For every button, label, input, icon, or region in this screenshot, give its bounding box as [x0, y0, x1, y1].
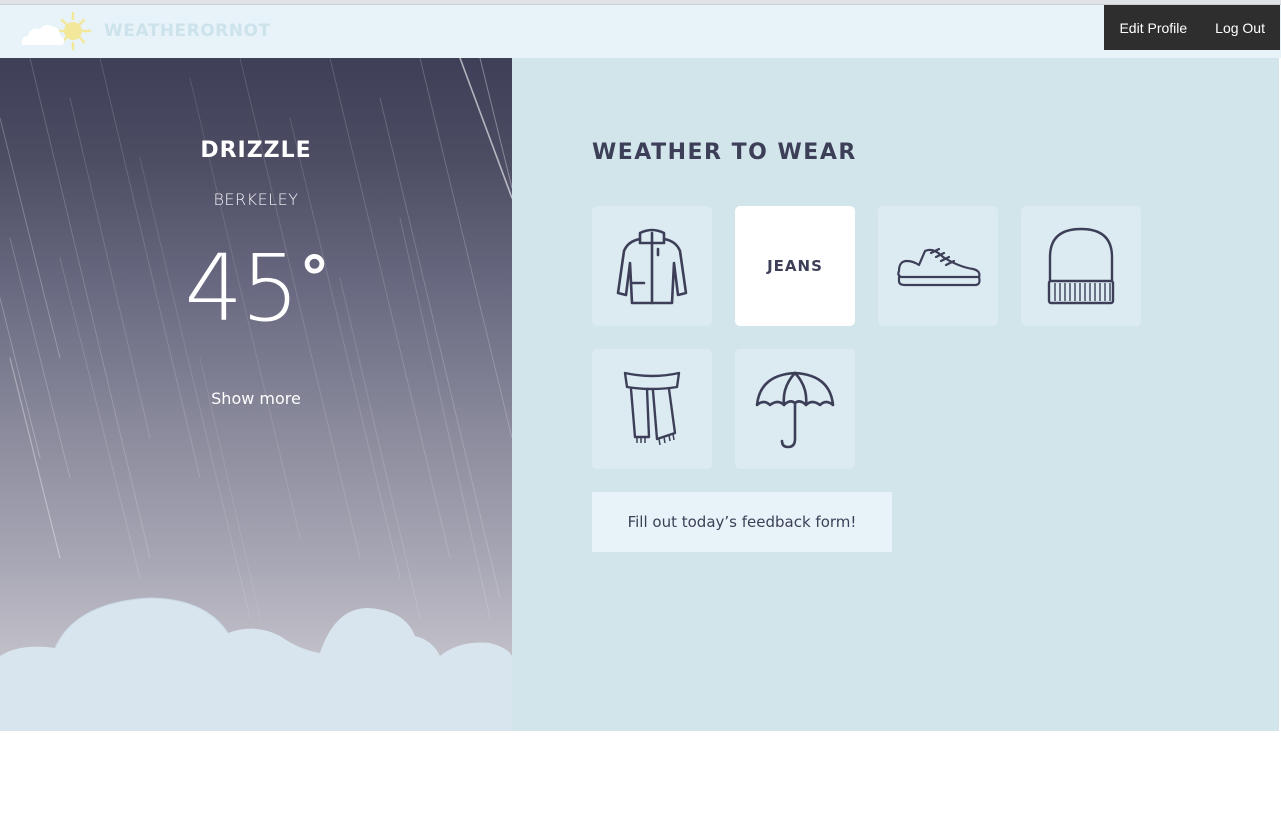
umbrella-icon	[755, 371, 835, 449]
brand-name: WEATHERORNOT	[104, 21, 271, 41]
feedback-form-button[interactable]: Fill out today’s feedback form!	[592, 492, 892, 552]
section-title: WEATHER TO WEAR	[592, 140, 857, 165]
temperature-value: 45	[184, 235, 299, 342]
cloud-sun-icon	[21, 11, 92, 51]
clothing-item-beanie[interactable]	[1021, 206, 1141, 326]
edit-profile-link[interactable]: Edit Profile	[1119, 20, 1187, 36]
navbar: WEATHERORNOT Edit Profile Log Out	[0, 5, 1281, 58]
sneaker-icon	[897, 247, 981, 287]
weather-condition: DRIZZLE	[200, 138, 312, 163]
clothing-item-jeans[interactable]: JEANS	[735, 206, 855, 326]
weather-panel: DRIZZLE BERKELEY 45° Show more	[0, 58, 512, 731]
clothing-item-jacket[interactable]	[592, 206, 712, 326]
clothing-item-label: JEANS	[767, 257, 823, 275]
jacket-icon	[616, 228, 688, 305]
clothing-item-umbrella[interactable]	[735, 349, 855, 469]
weather-to-wear-panel: WEATHER TO WEAR JEANS Fill out today’s f…	[512, 58, 1281, 731]
account-menu: Edit Profile Log Out	[1104, 5, 1280, 50]
temperature: 45°	[0, 243, 512, 335]
brand-logo[interactable]: WEATHERORNOT	[18, 9, 271, 53]
beanie-icon	[1047, 227, 1115, 305]
degree-symbol: °	[299, 244, 330, 314]
scarf-icon	[623, 371, 681, 446]
city-name: BERKELEY	[213, 190, 299, 209]
clothing-item-sneakers[interactable]	[878, 206, 998, 326]
show-more-link[interactable]: Show more	[0, 389, 512, 408]
clothing-item-scarf[interactable]	[592, 349, 712, 469]
log-out-link[interactable]: Log Out	[1215, 20, 1265, 36]
